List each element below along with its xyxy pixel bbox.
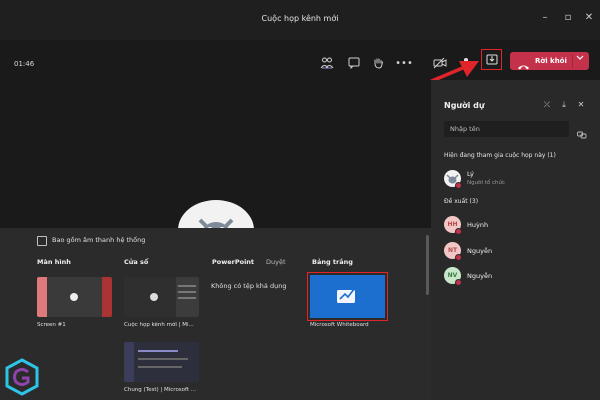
window-title: Cuộc họp kênh mới <box>261 14 339 23</box>
screen-thumbnail[interactable] <box>37 277 112 317</box>
panel-title: Người dự <box>444 101 485 110</box>
window-thumbnail[interactable] <box>124 277 199 317</box>
presence-dot <box>455 279 462 286</box>
section-window: Cửa sổ <box>124 258 149 266</box>
window-thumbnail[interactable] <box>124 342 199 382</box>
participant-name: Nguyễn <box>467 247 493 255</box>
tray-scrollbar[interactable] <box>426 235 429 295</box>
participant-role: Người tổ chức <box>467 180 506 186</box>
include-audio-label: Bao gồm âm thanh hệ thống <box>52 236 146 244</box>
chevron-down-icon[interactable] <box>576 55 584 63</box>
section-whiteboard: Bảng trắng <box>312 258 353 266</box>
window-caption: Cuộc họp kênh mới | Mi... <box>124 322 194 328</box>
participant-name: Nguyễn <box>467 272 493 280</box>
presence-dot <box>455 228 462 235</box>
meeting-timer: 01:46 <box>14 60 35 68</box>
section-screen: Màn hình <box>37 258 71 266</box>
leave-label: Rời khỏi <box>535 57 567 65</box>
powerpoint-empty-text: Không có tệp khả dụng <box>211 282 287 290</box>
in-meeting-header: Hiện đang tham gia cuộc họp này (1) <box>444 152 556 159</box>
hang-up-icon <box>517 56 530 75</box>
whiteboard-highlight-box <box>307 272 388 321</box>
maximize-icon[interactable]: ▫ <box>561 12 575 23</box>
include-audio-checkbox[interactable] <box>37 236 47 246</box>
watermark-logo <box>5 358 39 396</box>
mute-all-icon[interactable]: ⤫ <box>541 100 553 110</box>
share-invite-icon[interactable] <box>577 124 587 143</box>
search-placeholder: Nhập tên <box>450 125 480 133</box>
whiteboard-caption: Microsoft Whiteboard <box>310 322 369 328</box>
download-icon[interactable]: ⤓ <box>558 100 570 110</box>
window-caption: Chung (Test) | Microsoft ... <box>124 387 197 393</box>
participants-icon[interactable] <box>318 55 336 71</box>
participant-name: Huỳnh <box>467 221 489 229</box>
section-powerpoint: PowerPoint <box>212 258 255 266</box>
presence-dot <box>455 182 462 189</box>
screen-caption: Screen #1 <box>37 322 66 328</box>
leave-separator <box>572 54 573 68</box>
participant-name: Lý <box>467 170 474 178</box>
close-icon[interactable]: ✕ <box>582 12 596 23</box>
close-panel-icon[interactable]: ✕ <box>575 100 587 109</box>
presence-dot <box>455 254 462 261</box>
chat-icon[interactable] <box>345 55 363 71</box>
minimize-icon[interactable]: – <box>538 12 552 23</box>
suggested-header: Đề xuất (3) <box>444 198 479 205</box>
browse-link[interactable]: Duyệt <box>266 258 286 266</box>
